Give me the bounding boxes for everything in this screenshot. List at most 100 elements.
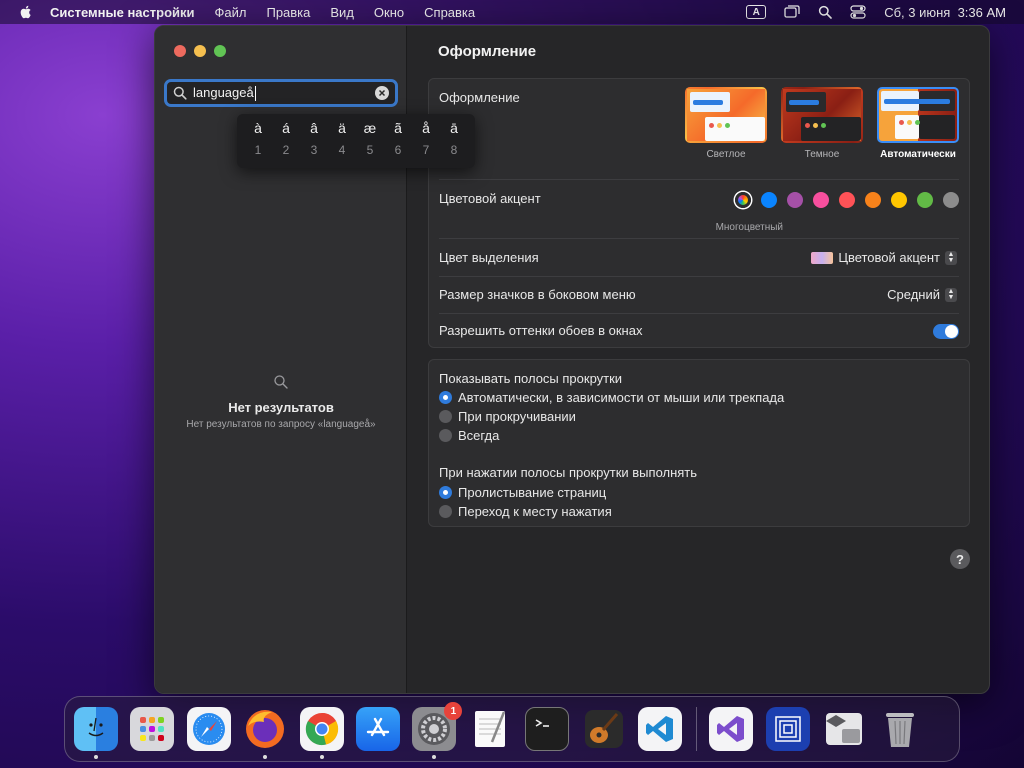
scrollbars-option-auto[interactable]: Автоматически, в зависимости от мыши или… — [439, 390, 784, 405]
appearance-option-auto[interactable]: Автоматически — [877, 87, 959, 160]
menu-file[interactable]: Файл — [215, 5, 247, 20]
chrome-icon — [305, 712, 338, 746]
accent-swatch-red[interactable] — [839, 192, 855, 208]
input-source-indicator[interactable]: A — [746, 5, 767, 19]
dock-vscode[interactable] — [637, 707, 682, 751]
running-indicator — [94, 755, 98, 759]
dock-visual-studio[interactable] — [709, 707, 754, 751]
dark-preview-image — [781, 87, 863, 143]
appearance-option-label: Светлое — [706, 149, 746, 160]
dock-launchpad[interactable] — [130, 707, 175, 751]
search-field[interactable]: languageå — [164, 79, 398, 107]
sidebar-icon-size-value: Средний — [887, 287, 940, 302]
scrollbars-option-when-scrolling[interactable]: При прокручивании — [439, 409, 576, 424]
accent-swatch-graphite[interactable] — [943, 192, 959, 208]
radio-label: При прокручивании — [458, 409, 576, 424]
dock-system-settings[interactable]: 1 — [412, 702, 463, 759]
launchpad-icon — [140, 717, 165, 741]
dock: 1 — [64, 696, 960, 762]
close-window-button[interactable] — [174, 45, 186, 57]
click-option-next-page[interactable]: Пролистывание страниц — [439, 485, 606, 500]
dock-safari[interactable] — [186, 707, 231, 751]
accent-option[interactable]: ã6 — [385, 114, 411, 168]
accent-option[interactable]: á2 — [273, 114, 299, 168]
clear-search-button[interactable] — [375, 86, 389, 100]
archive-icon — [826, 713, 863, 745]
dock-finder[interactable] — [74, 707, 118, 759]
accent-swatch-pink[interactable] — [813, 192, 829, 208]
page-title: Оформление — [438, 43, 537, 60]
radio-button[interactable] — [439, 410, 452, 423]
running-indicator — [263, 755, 268, 759]
accent-option[interactable]: ā8 — [441, 114, 467, 168]
system-settings-window: languageå à1 á2 â3 ä4 æ5 ã6 å7 ā8 Нет ре… — [154, 25, 990, 694]
accent-swatch-orange[interactable] — [865, 192, 881, 208]
accent-option[interactable]: ä4 — [329, 114, 355, 168]
radio-button[interactable] — [439, 486, 452, 499]
click-option-jump-to-spot[interactable]: Переход к месту нажатия — [439, 504, 612, 519]
window-controls — [174, 45, 226, 57]
clear-icon — [378, 89, 386, 97]
menu-app-name[interactable]: Системные настройки — [50, 5, 195, 20]
sidebar-icon-size-popup[interactable]: Средний ▲ ▼ — [887, 287, 957, 302]
sidebar-icon-size-label: Размер значков в боковом меню — [439, 287, 636, 302]
radio-button[interactable] — [439, 391, 452, 404]
highlight-color-label: Цвет выделения — [439, 250, 539, 265]
highlight-color-row: Цвет выделения Цветовой акцент ▲ ▼ — [429, 239, 969, 276]
dock-app-generic[interactable] — [765, 707, 810, 751]
menu-window[interactable]: Окно — [374, 5, 404, 20]
accent-option[interactable]: â3 — [301, 114, 327, 168]
accent-number: 1 — [254, 143, 262, 157]
radio-button[interactable] — [439, 505, 452, 518]
firefox-icon — [246, 710, 285, 748]
dock-app-store[interactable] — [355, 707, 400, 751]
accent-option[interactable]: å7 — [413, 114, 439, 168]
finder-icon — [88, 717, 104, 737]
text-cursor — [254, 86, 256, 102]
menu-help[interactable]: Справка — [424, 5, 475, 20]
accent-swatch-yellow[interactable] — [891, 192, 907, 208]
menu-datetime[interactable]: Сб, 3 июня 3:36 AM — [884, 5, 1006, 20]
radio-label: Пролистывание страниц — [458, 485, 607, 500]
help-button[interactable]: ? — [950, 549, 970, 569]
running-indicator — [319, 755, 324, 759]
accent-swatch-purple[interactable] — [787, 192, 803, 208]
safari-icon — [192, 713, 225, 745]
accent-swatch-blue[interactable] — [761, 192, 777, 208]
scrollbars-option-always[interactable]: Всегда — [439, 428, 499, 443]
accent-swatch-multicolor[interactable] — [735, 192, 751, 208]
spotlight-search-icon[interactable] — [818, 5, 833, 19]
running-indicator — [432, 755, 437, 759]
menu-view[interactable]: Вид — [330, 5, 354, 20]
appearance-option-light[interactable]: Светлое — [685, 87, 767, 160]
menu-edit[interactable]: Правка — [266, 5, 310, 20]
wallpaper-tinting-toggle[interactable] — [933, 324, 959, 339]
dock-trash[interactable] — [878, 707, 922, 751]
screen-mirroring-icon[interactable] — [784, 5, 800, 19]
light-preview-image — [685, 87, 767, 143]
concentric-squares-icon — [774, 716, 801, 742]
minimize-window-button[interactable] — [194, 45, 206, 57]
accent-selected-caption: Многоцветный — [715, 222, 783, 233]
zoom-window-button[interactable] — [214, 45, 226, 57]
textedit-icon — [474, 711, 505, 747]
apple-logo-icon[interactable] — [18, 4, 34, 20]
accent-option[interactable]: à1 — [245, 114, 271, 168]
dock-garageband[interactable] — [582, 707, 626, 751]
dock-chrome[interactable] — [299, 707, 344, 759]
radio-button[interactable] — [439, 429, 452, 442]
control-center-icon[interactable] — [850, 5, 866, 19]
dock-archive-utility[interactable] — [822, 707, 866, 751]
search-input[interactable]: languageå — [193, 85, 256, 102]
accent-color-label: Цветовой акцент — [439, 191, 541, 206]
dock-terminal[interactable] — [525, 707, 570, 751]
appearance-options: Светлое Темное Автоматически — [685, 87, 959, 160]
accent-swatch-green[interactable] — [917, 192, 933, 208]
dock-firefox[interactable] — [243, 707, 287, 759]
dock-textedit[interactable] — [469, 707, 513, 751]
accent-color-row: Цветовой акцент Многоцветный — [429, 180, 969, 238]
accent-number: 3 — [310, 143, 318, 157]
accent-option[interactable]: æ5 — [357, 114, 383, 168]
appearance-option-dark[interactable]: Темное — [781, 87, 863, 160]
highlight-color-popup[interactable]: Цветовой акцент ▲ ▼ — [811, 250, 957, 265]
